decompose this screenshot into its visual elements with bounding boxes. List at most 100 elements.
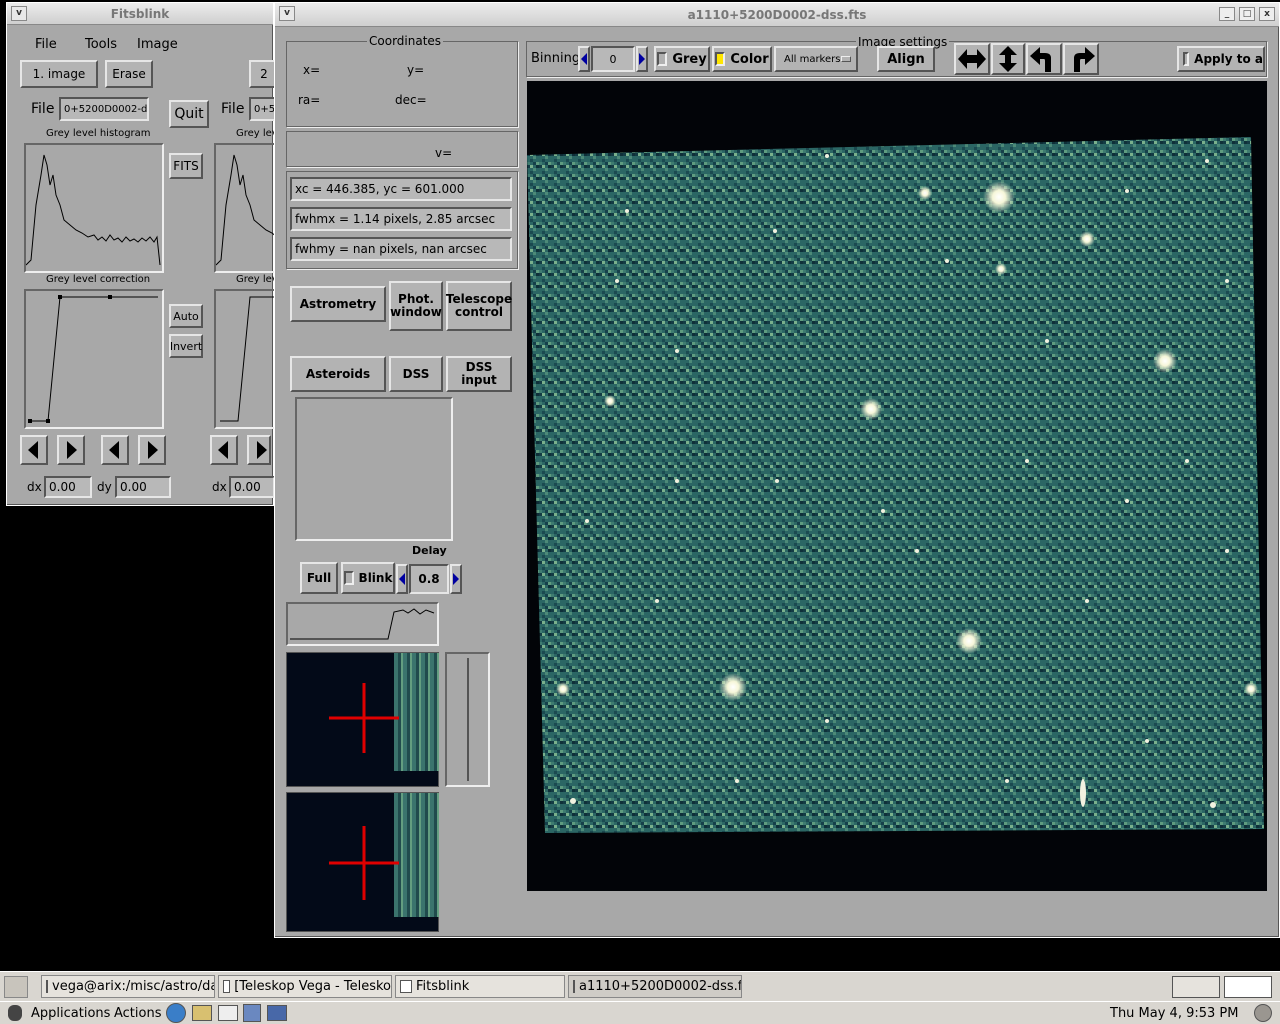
- grey-button[interactable]: Grey: [654, 46, 710, 72]
- task-terminal-label: vega@arix:/misc/astro/da: [52, 979, 215, 994]
- task-fitsblink[interactable]: Fitsblink: [395, 975, 565, 998]
- applications-menu[interactable]: Applications: [31, 1006, 110, 1021]
- menu-tools[interactable]: Tools: [85, 37, 117, 52]
- shift-left-button-2[interactable]: [210, 435, 238, 465]
- dss-input-button[interactable]: DSS input: [446, 356, 512, 392]
- image-1-button[interactable]: 1. image: [20, 60, 98, 88]
- shift-right-button-b[interactable]: [138, 435, 166, 465]
- minimize-icon[interactable]: _: [1219, 7, 1235, 21]
- file-label-2: File: [221, 101, 245, 117]
- quit-button[interactable]: Quit: [169, 100, 209, 128]
- option-menu-icon: [841, 56, 851, 62]
- rotate-left-button[interactable]: [1026, 43, 1062, 75]
- vertical-profile: [445, 652, 490, 787]
- dx-input-2[interactable]: 0.00: [229, 476, 275, 498]
- task-fitsblink-label: Fitsblink: [416, 979, 470, 994]
- task-viewer[interactable]: a1110+5200D0002-dss.fts: [568, 975, 742, 998]
- shift-right-button-2[interactable]: [247, 435, 271, 465]
- file-label: File: [31, 101, 55, 117]
- vertical-arrows-icon: [999, 46, 1017, 72]
- correction-label-2: Grey lev: [236, 274, 278, 285]
- astrometry-button[interactable]: Astrometry: [290, 286, 386, 322]
- full-button[interactable]: Full: [300, 562, 338, 594]
- show-desktop-icon[interactable]: [4, 976, 28, 998]
- blink-checkbox[interactable]: [343, 571, 354, 585]
- rotate-right-button[interactable]: [1063, 43, 1099, 75]
- chevron-left-icon: [399, 573, 405, 585]
- flip-horizontal-button[interactable]: [954, 43, 990, 75]
- close-icon[interactable]: x: [1259, 7, 1275, 21]
- fitsblink-title: Fitsblink: [110, 6, 170, 21]
- screen-launcher-icon[interactable]: [267, 1005, 287, 1021]
- y-label: y=: [407, 63, 425, 77]
- mail-launcher-icon[interactable]: [192, 1005, 212, 1021]
- maximize-icon[interactable]: □: [1239, 7, 1255, 21]
- editor-launcher-icon[interactable]: [218, 1005, 238, 1021]
- fwhmy-field: fwhmy = nan pixels, nan arcsec: [290, 237, 512, 261]
- window-icon: [400, 980, 412, 993]
- binning-decrement[interactable]: [578, 46, 590, 72]
- image-canvas[interactable]: [527, 81, 1267, 891]
- asteroids-button[interactable]: Asteroids: [290, 356, 386, 392]
- volume-icon[interactable]: [1254, 1004, 1272, 1022]
- viewer-title: a1110+5200D0002-dss.fts: [687, 7, 867, 22]
- task-telescope-label: [Teleskop Vega - Telesko: [234, 979, 391, 994]
- task-terminal[interactable]: vega@arix:/misc/astro/da: [41, 975, 215, 998]
- fitsblink-window: v Fitsblink File Tools Image 1. image Er…: [6, 2, 279, 506]
- vertical-profile-curve: [467, 658, 469, 781]
- phot-window-button[interactable]: Phot. window: [389, 281, 443, 331]
- right-arrow-icon: [67, 441, 77, 459]
- grey-checkbox[interactable]: [657, 52, 668, 66]
- workspace-switcher-1[interactable]: [1172, 976, 1220, 998]
- window-menu-icon[interactable]: v: [279, 6, 295, 21]
- window-menu-icon[interactable]: v: [11, 6, 27, 21]
- shift-left-button-b[interactable]: [101, 435, 129, 465]
- shift-left-button[interactable]: [20, 435, 48, 465]
- workspace-switcher-2[interactable]: [1224, 976, 1272, 998]
- viewer-titlebar[interactable]: v a1110+5200D0002-dss.fts _ □ x: [275, 3, 1279, 27]
- dss-button[interactable]: DSS: [389, 356, 443, 392]
- terminal-icon: [46, 980, 48, 993]
- delay-input[interactable]: 0.8: [409, 564, 449, 594]
- gnome-foot-icon[interactable]: [8, 1005, 22, 1021]
- file-input[interactable]: 0+5200D0002-ds: [59, 97, 149, 121]
- files-launcher-icon[interactable]: [243, 1004, 261, 1022]
- right-arrow-icon: [257, 441, 267, 459]
- auto-button[interactable]: Auto: [169, 304, 203, 328]
- delay-increment[interactable]: [450, 564, 462, 594]
- color-button[interactable]: Color: [712, 46, 772, 72]
- binning-label: Binning: [531, 51, 581, 66]
- zoom-view-1: [286, 652, 439, 787]
- shift-right-button[interactable]: [57, 435, 85, 465]
- binning-input[interactable]: 0: [591, 46, 635, 72]
- markers-select-label: All markers: [784, 53, 841, 65]
- menu-image[interactable]: Image: [137, 37, 178, 52]
- binning-increment[interactable]: [636, 46, 648, 72]
- left-arrow-icon: [28, 441, 38, 459]
- dx-input[interactable]: 0.00: [44, 476, 92, 498]
- fits-button[interactable]: FITS: [169, 153, 203, 179]
- clock[interactable]: Thu May 4, 9:53 PM: [1110, 1006, 1238, 1021]
- task-telescope[interactable]: [Teleskop Vega - Telesko: [218, 975, 392, 998]
- apply-checkbox[interactable]: [1183, 52, 1190, 66]
- apply-to-all-button[interactable]: Apply to a: [1177, 46, 1265, 72]
- image-frame: [527, 137, 1264, 833]
- telescope-control-button[interactable]: Telescope control: [446, 281, 512, 331]
- browser-launcher-icon[interactable]: [166, 1003, 186, 1023]
- viewer-window: v a1110+5200D0002-dss.fts _ □ x Coordina…: [274, 2, 1280, 938]
- flip-vertical-button[interactable]: [991, 43, 1025, 75]
- grey-level-histogram: [24, 143, 164, 273]
- align-button[interactable]: Align: [877, 46, 935, 72]
- delay-decrement[interactable]: [396, 564, 408, 594]
- erase-button[interactable]: Erase: [105, 60, 153, 88]
- markers-select[interactable]: All markers: [774, 46, 858, 72]
- menu-file[interactable]: File: [35, 37, 57, 52]
- invert-button[interactable]: Invert: [169, 334, 203, 358]
- fitsblink-titlebar[interactable]: v Fitsblink: [7, 3, 273, 25]
- actions-menu[interactable]: Actions: [114, 1006, 162, 1021]
- horizontal-arrows-icon: [958, 49, 986, 69]
- color-checkbox[interactable]: [715, 52, 726, 66]
- blink-button[interactable]: Blink: [341, 562, 395, 594]
- histogram-label: Grey level histogram: [46, 128, 151, 139]
- dy-input[interactable]: 0.00: [115, 476, 171, 498]
